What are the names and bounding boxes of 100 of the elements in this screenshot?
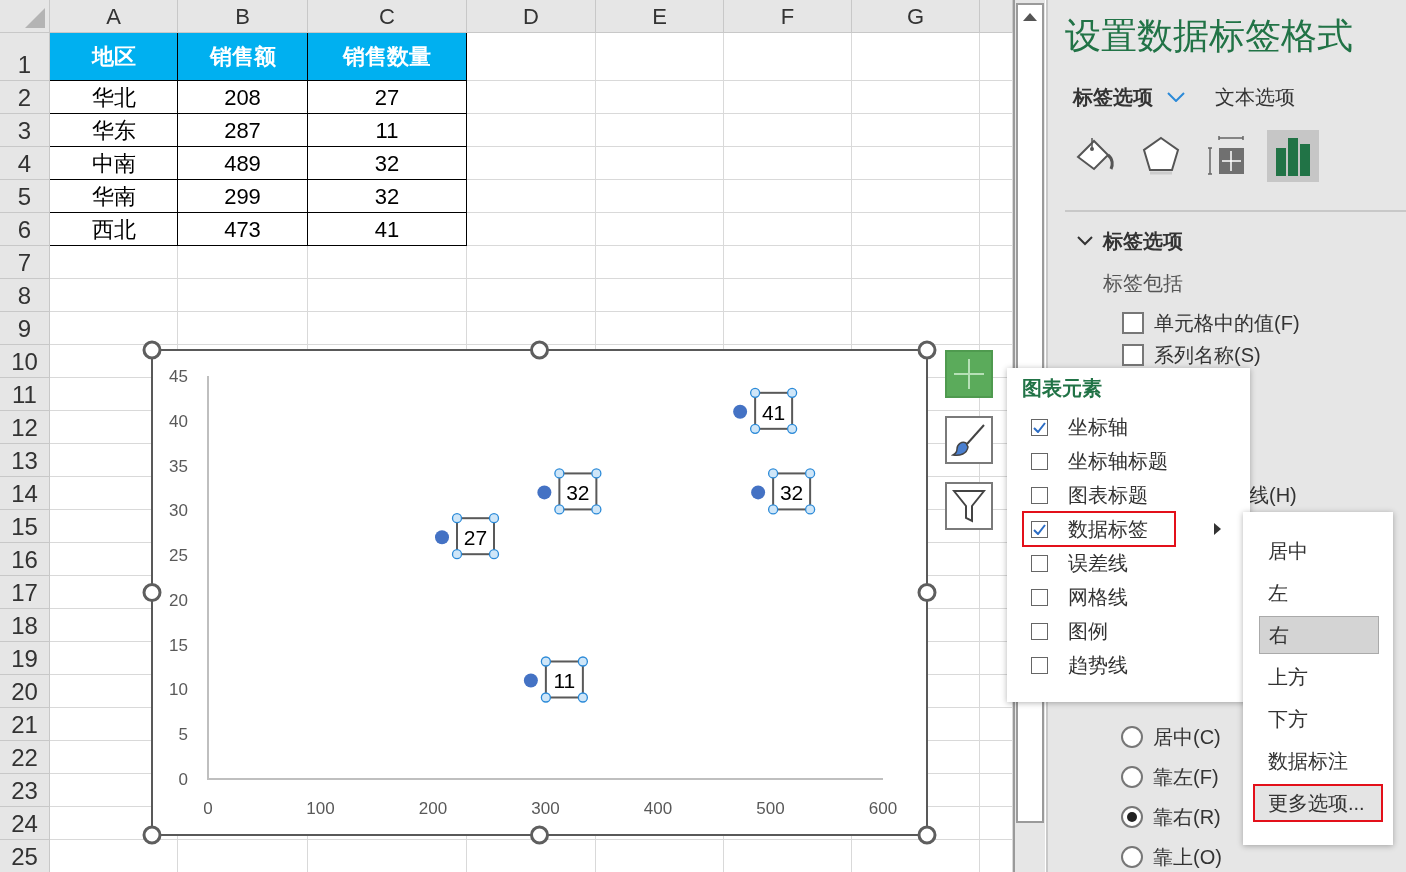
checkbox[interactable] bbox=[1122, 343, 1144, 366]
column-header[interactable]: C bbox=[379, 0, 395, 33]
table-cell-text: 32 bbox=[374, 149, 400, 178]
resize-handle[interactable] bbox=[142, 340, 162, 360]
resize-handle[interactable] bbox=[917, 340, 937, 360]
tick-label: 400 bbox=[643, 799, 673, 818]
chart-tool-button[interactable] bbox=[945, 416, 993, 464]
pentagon-icon bbox=[1141, 135, 1181, 177]
checkbox-label: 线(H) bbox=[1249, 483, 1297, 508]
table-cell-text: 华东 bbox=[91, 116, 136, 145]
checkbox[interactable] bbox=[1122, 311, 1144, 334]
menu-item-label: 图例 bbox=[1068, 619, 1108, 644]
tick-label: 300 bbox=[531, 799, 560, 818]
column-header[interactable]: F bbox=[780, 0, 795, 33]
tick-label: 15 bbox=[169, 635, 188, 655]
table-cell-text: 华南 bbox=[91, 182, 136, 211]
menu-item[interactable]: 下方 bbox=[1253, 700, 1381, 738]
data-label: 41 bbox=[761, 400, 786, 424]
pane-icon-tab[interactable] bbox=[1267, 130, 1319, 182]
radio-button[interactable] bbox=[1121, 846, 1143, 868]
table-cell-text: 489 bbox=[224, 149, 261, 178]
bar-chart-icon bbox=[1275, 136, 1311, 176]
data-label: 32 bbox=[779, 481, 804, 505]
table-cell-text: 32 bbox=[374, 182, 400, 211]
resize-handle[interactable] bbox=[530, 825, 549, 845]
menu-item[interactable]: 居中 bbox=[1253, 532, 1381, 570]
menu-item-label: 数据标签 bbox=[1068, 517, 1148, 542]
table-cell-text: 11 bbox=[375, 116, 399, 145]
checkbox[interactable] bbox=[1031, 656, 1048, 674]
scroll-up-icon[interactable] bbox=[1023, 13, 1037, 21]
column-title: 销售数量 bbox=[343, 43, 431, 71]
column-header[interactable]: A bbox=[106, 0, 121, 33]
tick-label: 0 bbox=[178, 770, 188, 789]
pane-tab[interactable]: 标签选项 bbox=[1073, 82, 1201, 112]
menu-item-label: 坐标轴标题 bbox=[1068, 449, 1168, 474]
radio-label: 靠左(F) bbox=[1153, 765, 1219, 790]
tick-label: 35 bbox=[169, 456, 188, 476]
column-header[interactable]: B bbox=[235, 0, 250, 33]
resize-handle[interactable] bbox=[917, 583, 937, 602]
menu-item[interactable]: 图表标题 bbox=[1022, 478, 1250, 512]
resize-handle[interactable] bbox=[530, 340, 549, 360]
checkbox[interactable] bbox=[1031, 554, 1048, 572]
table-cell-text: 208 bbox=[224, 83, 261, 112]
menu-item-label: 网格线 bbox=[1068, 585, 1128, 610]
table-cell-text: 287 bbox=[224, 116, 261, 145]
column-title: 地区 bbox=[91, 43, 136, 71]
menu-title: 图表元素 bbox=[1022, 376, 1103, 401]
tick-label: 45 bbox=[169, 367, 188, 386]
pane-tab[interactable]: 文本选项 bbox=[1215, 82, 1311, 112]
menu-item[interactable]: 坐标轴标题 bbox=[1022, 444, 1250, 478]
table-cell-text: 27 bbox=[374, 83, 400, 112]
menu-item-label: 误差线 bbox=[1068, 551, 1128, 576]
resize-handle[interactable] bbox=[142, 825, 162, 845]
tick-label: 30 bbox=[169, 501, 188, 521]
tick-label: 25 bbox=[169, 546, 188, 566]
checkbox[interactable] bbox=[1031, 452, 1048, 470]
checkbox-label: 系列名称(S) bbox=[1154, 342, 1261, 368]
radio-button[interactable] bbox=[1121, 806, 1143, 828]
tick-label: 5 bbox=[178, 725, 188, 745]
pane-title: 设置数据标签格式 bbox=[1065, 14, 1354, 58]
column-title: 销售额 bbox=[209, 43, 276, 71]
checkbox[interactable] bbox=[1031, 486, 1048, 504]
table-cell-text: 华北 bbox=[91, 83, 136, 112]
tick-label: 20 bbox=[169, 590, 188, 610]
checkbox[interactable] bbox=[1031, 520, 1048, 538]
table-cell-text: 299 bbox=[224, 182, 261, 211]
resize-handle[interactable] bbox=[142, 583, 162, 602]
section-header[interactable]: 标签选项 bbox=[1065, 225, 1406, 256]
column-header[interactable]: D bbox=[523, 0, 539, 33]
row-header[interactable]: 1 bbox=[17, 50, 32, 80]
radio-button[interactable] bbox=[1121, 726, 1143, 748]
resize-handle[interactable] bbox=[917, 825, 937, 845]
menu-item[interactable]: 右 bbox=[1259, 616, 1379, 654]
tick-label: 10 bbox=[169, 680, 188, 700]
checkbox[interactable] bbox=[1031, 588, 1048, 606]
column-header[interactable]: G bbox=[906, 0, 925, 33]
table-cell-text: 中南 bbox=[91, 149, 136, 178]
tick-label: 500 bbox=[756, 799, 785, 818]
menu-item-label: 坐标轴 bbox=[1068, 415, 1128, 440]
tick-label: 200 bbox=[418, 799, 448, 818]
menu-item[interactable]: 上方 bbox=[1253, 658, 1381, 696]
radio-label: 居中(C) bbox=[1153, 725, 1221, 750]
section-subtitle: 标签包括 bbox=[1102, 270, 1184, 296]
tick-label: 40 bbox=[169, 411, 188, 431]
checkbox[interactable] bbox=[1031, 418, 1048, 436]
tick-label: 600 bbox=[868, 799, 898, 818]
radio-button[interactable] bbox=[1121, 766, 1143, 788]
brush-icon bbox=[951, 422, 987, 458]
chart-tool-button[interactable] bbox=[945, 482, 993, 530]
column-header[interactable]: E bbox=[652, 0, 667, 33]
menu-item[interactable]: 坐标轴 bbox=[1022, 410, 1250, 444]
menu-item[interactable]: 左 bbox=[1253, 574, 1381, 612]
checkbox[interactable] bbox=[1031, 622, 1048, 640]
table-cell-text: 41 bbox=[374, 215, 400, 244]
checkbox-label: 单元格中的值(F) bbox=[1154, 310, 1300, 336]
filter-icon bbox=[952, 488, 986, 524]
menu-item[interactable]: 更多选项... bbox=[1253, 784, 1383, 822]
menu-item-label: 图表标题 bbox=[1068, 483, 1148, 508]
menu-item[interactable]: 数据标注 bbox=[1253, 742, 1381, 780]
chevron-icon bbox=[1077, 235, 1093, 246]
